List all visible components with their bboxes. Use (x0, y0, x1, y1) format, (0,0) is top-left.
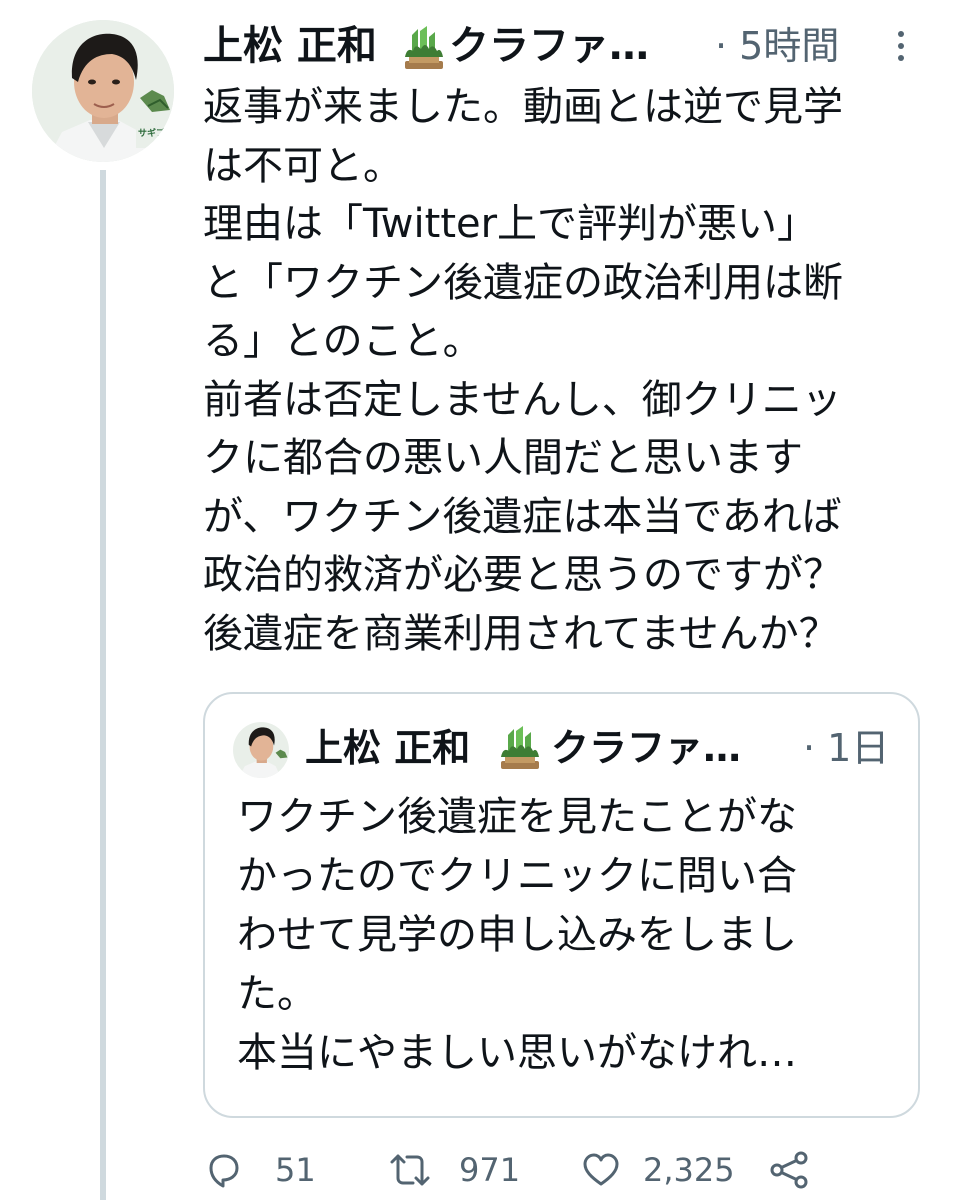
quoted-author-name: 上松 正和 (305, 726, 471, 770)
reply-button[interactable]: 51 (203, 1146, 323, 1194)
author-avatar[interactable]: サギプロ (32, 20, 174, 162)
quoted-tweet-timestamp: · 1日 (803, 726, 890, 770)
avatar-badge-text: サギプロ (138, 129, 174, 139)
author-name-suffix[interactable]: クラファ… (449, 18, 649, 74)
tweet-header: 上松 正和 クラファ… · 5時間 (203, 18, 923, 76)
quoted-avatar-image (233, 722, 289, 778)
retweet-count: 971 (459, 1151, 521, 1189)
quoted-tweet-card[interactable]: 上松 正和 クラファ… · 1日 ワクチン後遺症を見たことがな かったのでクリニ… (203, 692, 920, 1118)
retweet-icon (390, 1154, 430, 1186)
reply-count: 51 (275, 1151, 316, 1189)
kadomatsu-icon (501, 726, 539, 769)
tweet-timestamp[interactable]: · 5時間 (715, 18, 839, 74)
share-icon (770, 1151, 808, 1189)
author-name[interactable]: 上松 正和 (203, 18, 377, 74)
share-button[interactable] (769, 1146, 813, 1194)
tweet-text: 返事が来ました。動画とは逆で見学 は不可と。 理由は「Twitter上で評判が悪… (203, 84, 843, 657)
avatar-image (32, 20, 174, 162)
quoted-author-avatar (233, 722, 289, 778)
reply-icon (209, 1154, 239, 1188)
quoted-author-name-suffix: クラファ… (551, 726, 742, 770)
thread-line (100, 170, 106, 1200)
retweet-button[interactable]: 971 (389, 1146, 529, 1194)
like-button[interactable]: 2,325 (581, 1146, 751, 1194)
more-options-icon[interactable] (891, 26, 911, 66)
like-count: 2,325 (643, 1151, 735, 1189)
kadomatsu-icon (405, 26, 443, 69)
quoted-tweet-text: ワクチン後遺症を見たことがな かったのでクリニックに問い合 わせて見学の申し込み… (237, 794, 797, 1076)
heart-icon (583, 1153, 619, 1186)
tweet-actions: 51 971 2,325 (203, 1146, 823, 1194)
